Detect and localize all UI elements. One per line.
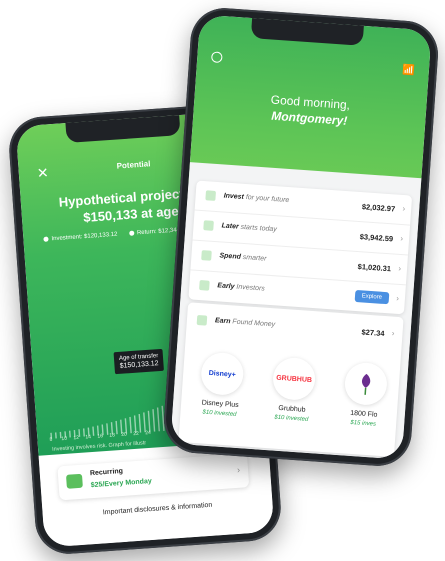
chevron-right-icon: › — [395, 293, 400, 303]
recurring-value: $25/Every Monday — [90, 477, 152, 490]
earn-value: $27.34 — [361, 327, 385, 339]
axis-tick-label: 14 — [85, 434, 92, 441]
trend-up-icon — [205, 190, 217, 201]
account-label: Early Investors — [217, 282, 266, 293]
chevron-right-icon: › — [400, 233, 404, 244]
partner-amount: $10 invested — [274, 414, 309, 423]
earn-header: Earn Found Money $27.34 › — [196, 313, 395, 341]
account-label: Later starts today — [221, 222, 277, 234]
dollar-tag-icon — [196, 314, 208, 326]
projection-bar — [147, 410, 151, 432]
axis-tick-label: 18 — [109, 432, 116, 439]
profile-icon[interactable] — [210, 51, 223, 64]
partner-item[interactable]: Disney+ Disney Plus $10 invested — [184, 350, 258, 419]
transfer-tooltip: Age of transfer $150,133.12 — [113, 348, 165, 375]
axis-tick-label: 24 — [145, 429, 152, 437]
account-label: Invest for your future — [223, 192, 290, 205]
tooltip-value: $150,133.12 — [119, 360, 159, 370]
greeting: Good morning, Montgomery! — [193, 86, 427, 134]
tulip-icon — [362, 373, 371, 395]
bottom-sheet: Recurring $25/Every Monday › Important d… — [38, 441, 275, 548]
axis-tick-label: 8 — [49, 436, 53, 443]
explore-button[interactable]: Explore — [354, 289, 390, 305]
legend-investment: Investment: $120,133.12 — [43, 232, 118, 243]
account-value: $1,020.31 — [357, 262, 392, 274]
partner-logo: GRUBHUB — [271, 356, 317, 402]
recurring-label: Recurring — [89, 467, 124, 478]
kids-icon — [199, 280, 210, 291]
partner-logo: Disney+ — [199, 351, 245, 397]
chevron-right-icon: › — [402, 204, 406, 214]
chart-legend: Investment: $120,133.12 Return: $12,344.… — [43, 226, 198, 243]
home-body: Invest for your future $2,032.97 › Later st… — [170, 162, 422, 460]
axis-tick-label: 16 — [97, 433, 104, 440]
earn-label: Earn Found Money — [214, 317, 276, 329]
accounts-card: Invest for your future $2,032.97 › Later st… — [188, 180, 413, 315]
sprout-icon — [203, 220, 214, 231]
axis-tick-label: 12 — [73, 434, 80, 442]
chevron-right-icon: › — [391, 328, 395, 338]
home-screen: 📶 Good morning, Montgomery! Invest for y… — [170, 14, 432, 460]
chevron-right-icon: › — [236, 464, 241, 475]
money-icon — [65, 473, 83, 489]
account-value: $2,032.97 — [361, 202, 396, 214]
account-label: Spend smarter — [219, 252, 267, 263]
partner-logo — [343, 361, 389, 407]
right-phone: 📶 Good morning, Montgomery! Invest for y… — [161, 5, 441, 469]
chevron-right-icon: › — [398, 263, 402, 274]
partner-amount: $10 invested — [202, 409, 237, 418]
axis-tick-label: 22 — [133, 430, 140, 438]
axis-tick-label: 20 — [121, 431, 128, 438]
earn-card[interactable]: Earn Found Money $27.34 › Disney+ Disney … — [178, 302, 404, 458]
projection-bar — [152, 409, 156, 432]
partner-item[interactable]: 1800 Flo $15 inves — [328, 360, 402, 429]
partner-amount: $15 inves — [350, 419, 377, 428]
growth-chart-icon[interactable]: 📶 — [402, 65, 415, 77]
recurring-card[interactable]: Recurring $25/Every Monday › — [57, 453, 249, 500]
account-value: $3,942.59 — [359, 232, 394, 244]
axis-tick-label: 10 — [61, 435, 68, 443]
card-icon — [201, 250, 212, 261]
disclosures-link[interactable]: Important disclosures & information — [43, 498, 273, 521]
partner-item[interactable]: GRUBHUB Grubhub $10 invested — [256, 355, 330, 424]
projection-bar — [156, 407, 160, 432]
